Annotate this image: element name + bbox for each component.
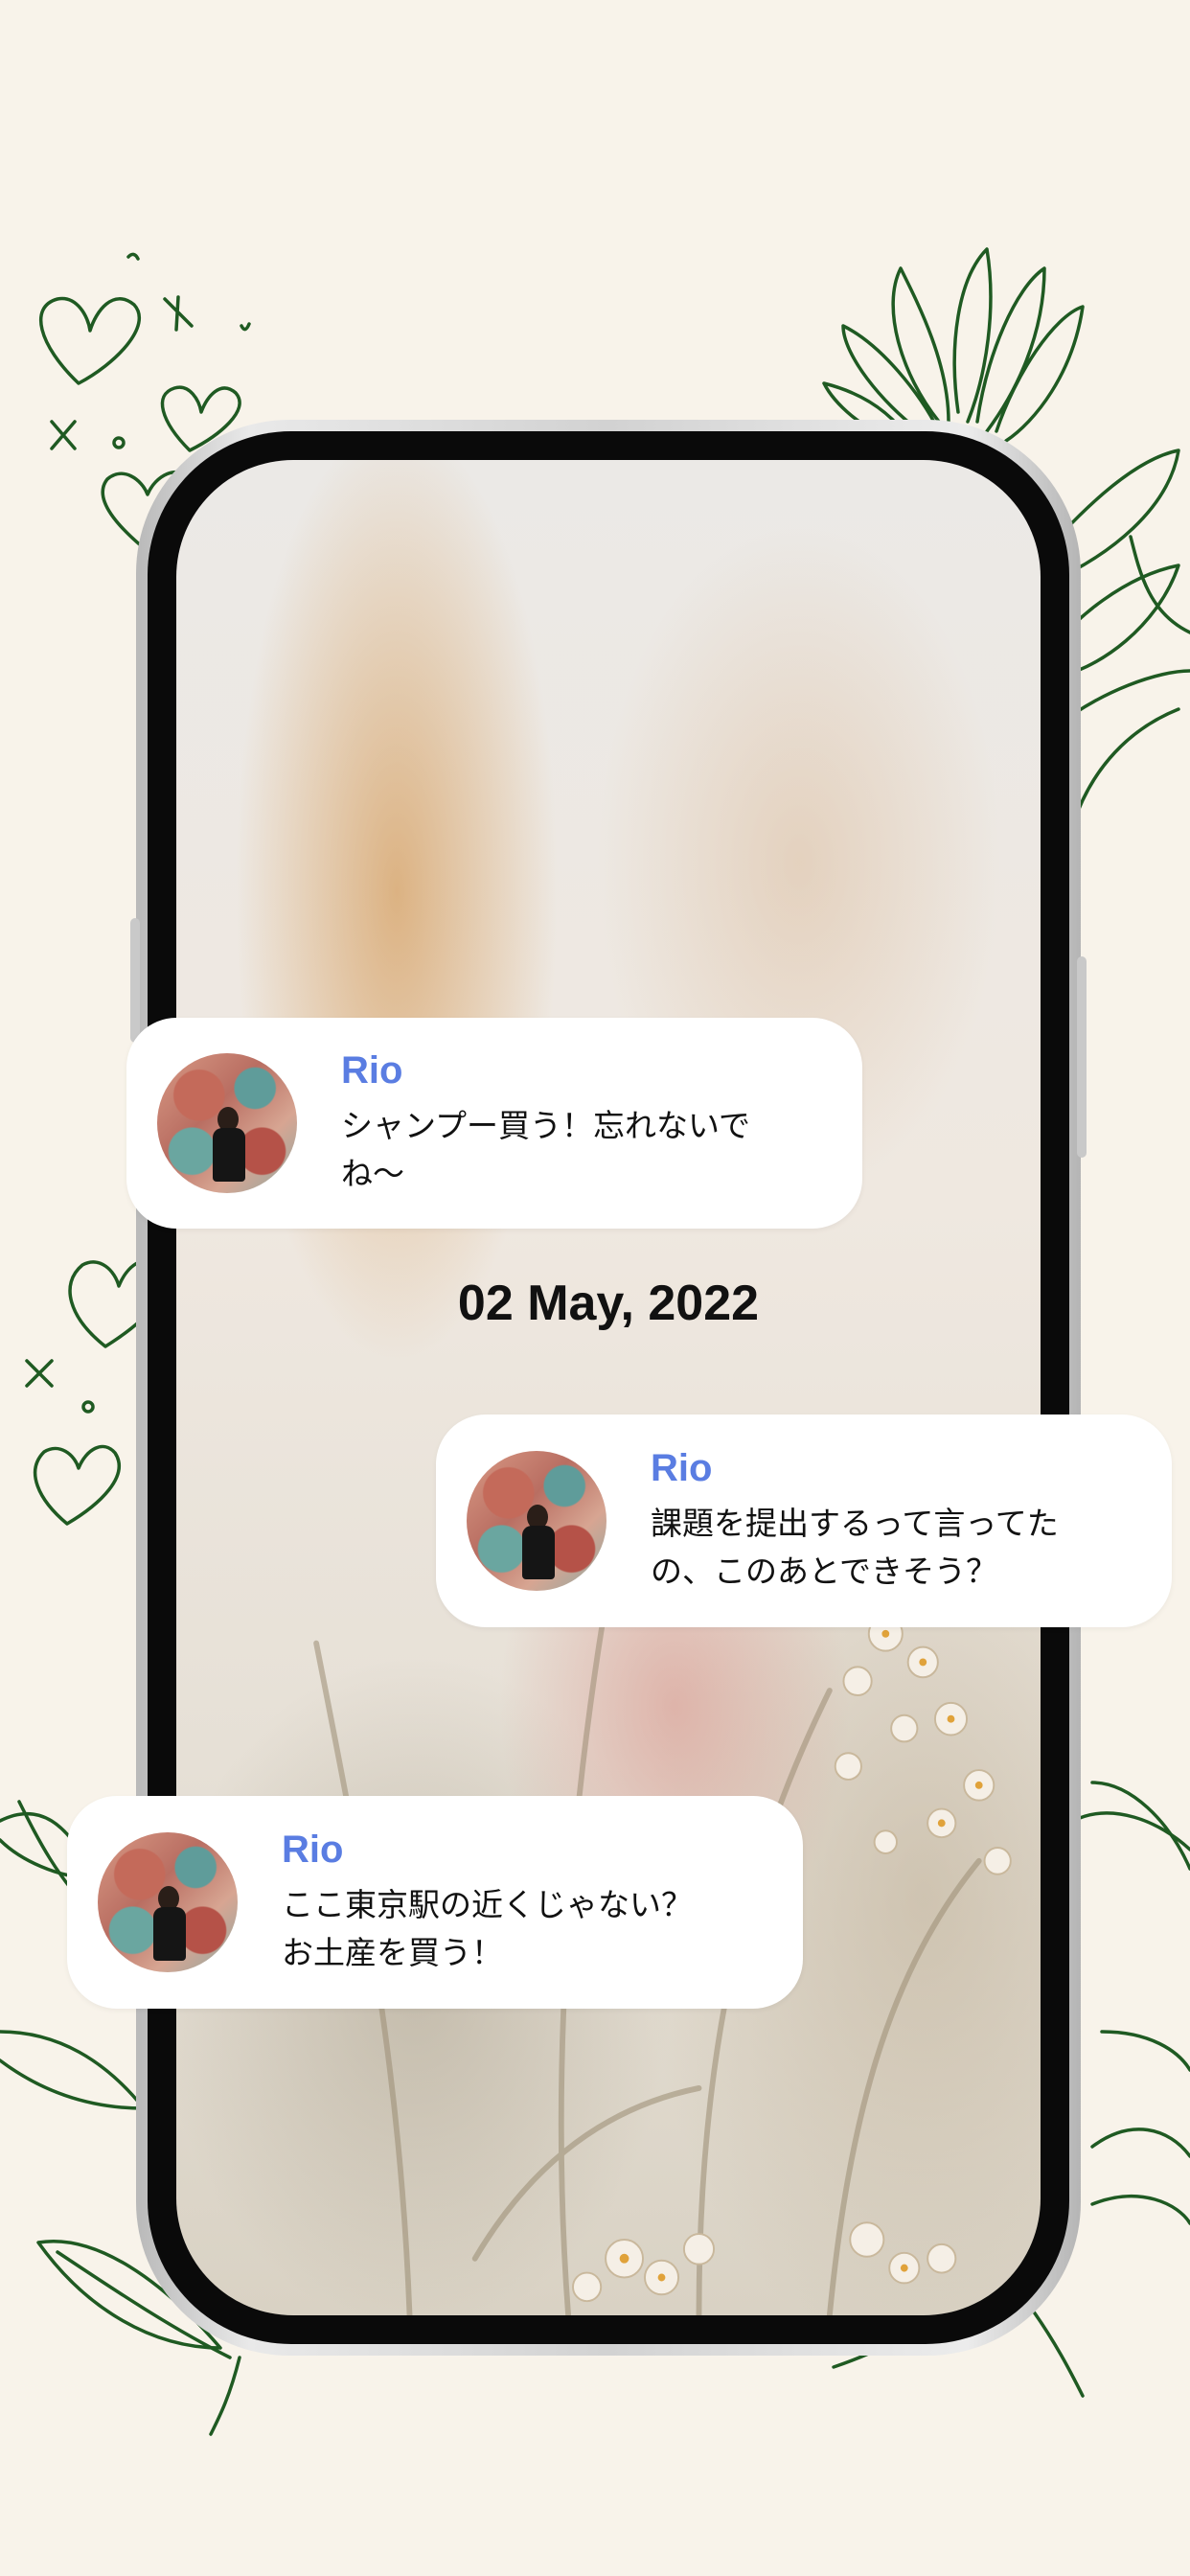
notification-card[interactable]: Rio ここ東京駅の近くじゃない？ お土産を買う！	[67, 1796, 803, 2009]
phone-frame: 20:30 02 May, 2022	[130, 420, 1087, 2356]
lock-screen: 20:30 02 May, 2022	[176, 460, 1041, 2315]
notification-card[interactable]: Rio 課題を提出するって言ってた の、このあとできそう？	[436, 1414, 1172, 1627]
notification-message: ここ東京駅の近くじゃない？ お土産を買う！	[282, 1885, 693, 1971]
notification-card[interactable]: Rio シャンプー買う！忘れないで ね〜	[126, 1018, 862, 1229]
lockscreen-date: 02 May, 2022	[457, 1276, 760, 1331]
notification-message: シャンプー買う！忘れないで ね〜	[341, 1106, 751, 1192]
notification-sender: Rio	[341, 1048, 403, 1092]
avatar	[157, 1053, 297, 1193]
volume-button	[130, 918, 140, 1043]
notification-sender: Rio	[651, 1446, 713, 1489]
heart-icon	[39, 296, 142, 385]
lockscreen-mockup: 20:30 02 May, 2022 Rio シャンプー買う！忘れないで ね〜 …	[0, 0, 1190, 2576]
avatar	[467, 1451, 606, 1591]
avatar	[98, 1832, 238, 1972]
phone-bezel: 20:30 02 May, 2022	[148, 431, 1069, 2344]
heart-icon	[34, 1444, 121, 1526]
notification-sender: Rio	[282, 1828, 344, 1871]
notification-message: 課題を提出するって言ってた の、このあとできそう？	[651, 1504, 1059, 1590]
side-button	[1077, 956, 1087, 1158]
wallpaper-flowers	[313, 1498, 1012, 2315]
